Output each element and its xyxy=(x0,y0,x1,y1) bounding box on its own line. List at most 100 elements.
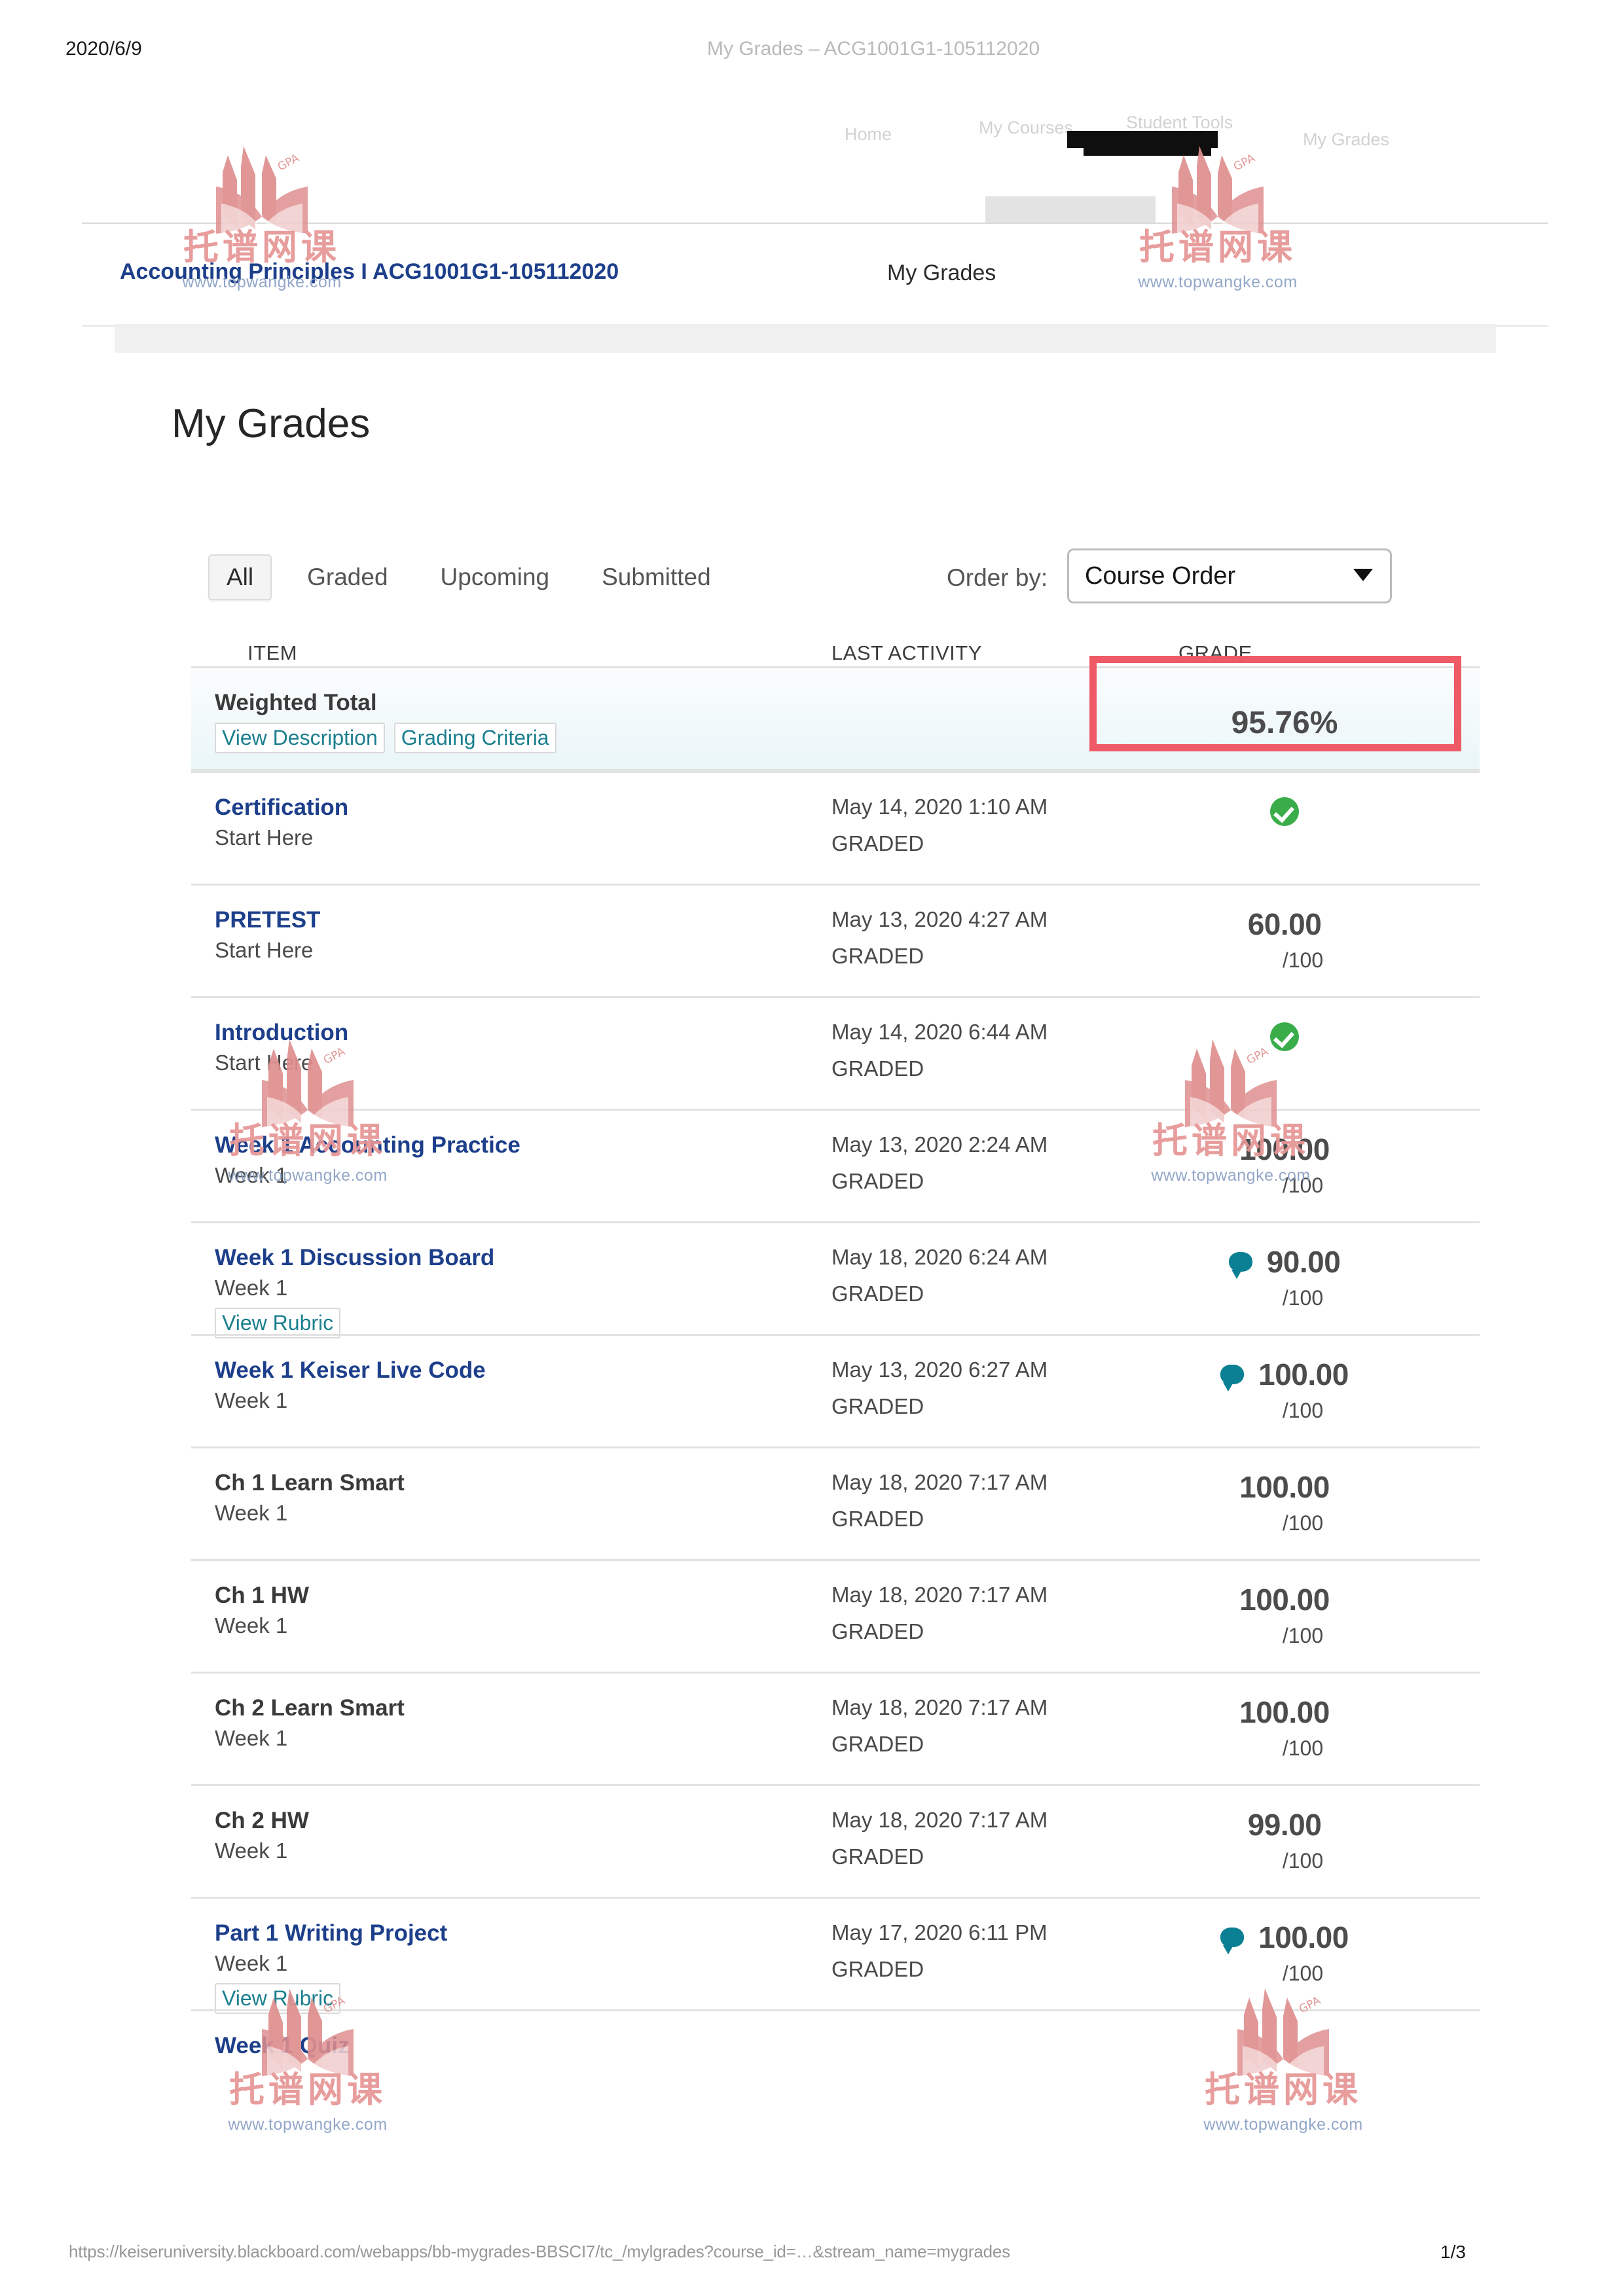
grades-table: Weighted Total View Description Grading Cr… xyxy=(191,666,1480,2122)
tab-submitted[interactable]: Submitted xyxy=(585,556,728,599)
grade-line: 100.00 xyxy=(1121,1917,1448,1958)
item-link[interactable]: Week 1 Accounting Practice xyxy=(215,1132,804,1160)
print-page-number: 1/3 xyxy=(1440,2242,1466,2262)
column-header-last-activity: LAST ACTIVITY xyxy=(831,641,982,664)
status-badge: GRADED xyxy=(831,831,924,856)
check-circle-icon xyxy=(1270,797,1299,826)
grade-denominator: /100 xyxy=(1282,1174,1324,1197)
print-footer-url: https://keiseruniversity.blackboard.com/… xyxy=(69,2242,1010,2261)
table-row: Certification Start Here May 14, 2020 1:10… xyxy=(191,771,1480,884)
chevron-down-icon xyxy=(1353,569,1373,581)
grade-line: 90.00 xyxy=(1121,1242,1448,1282)
grade-denominator: /100 xyxy=(1282,1399,1324,1422)
grade-score: 100.00 xyxy=(1239,1470,1330,1504)
grade-denominator: /100 xyxy=(1282,1962,1324,1985)
grade-denominator: /100 xyxy=(1282,948,1324,972)
breadcrumb-course-link[interactable]: Accounting Principles I ACG1001G1-105112… xyxy=(120,259,619,285)
order-by-selected-value: Course Order xyxy=(1085,562,1236,590)
item-link[interactable]: Week 1 Keiser Live Code xyxy=(215,1357,804,1385)
grade-score: 100.00 xyxy=(1258,1357,1349,1391)
cell-last-activity: May 17, 2020 6:11 PM GRADED xyxy=(831,1920,1106,1983)
grade-filter-tabs[interactable]: All Graded Upcoming Submitted xyxy=(208,552,746,603)
cell-last-activity: May 18, 2020 7:17 AM GRADED xyxy=(831,1582,1106,1645)
nav-item-home[interactable]: Home xyxy=(845,124,892,145)
table-row: Week 1 Keiser Live Code Week 1 May 13, 202… xyxy=(191,1334,1480,1446)
activity-timestamp: May 18, 2020 7:17 AM xyxy=(831,1470,1048,1494)
status-badge: GRADED xyxy=(831,1282,924,1306)
column-header-item: ITEM xyxy=(247,641,298,664)
cell-item: Ch 1 Learn Smart Week 1 xyxy=(215,1469,804,1528)
book-logo-icon: GPA xyxy=(216,146,308,239)
nav-item-my-courses[interactable]: My Courses xyxy=(979,118,1073,138)
item-label: Ch 2 HW xyxy=(215,1808,309,1833)
status-badge: GRADED xyxy=(831,1732,924,1757)
activity-timestamp: May 14, 2020 6:44 AM xyxy=(831,1020,1048,1044)
tab-upcoming[interactable]: Upcoming xyxy=(424,556,567,599)
item-link[interactable]: Certification xyxy=(215,794,804,822)
activity-timestamp: May 13, 2020 4:27 AM xyxy=(831,907,1048,931)
item-link[interactable]: Part 1 Writing Project xyxy=(215,1920,804,1948)
item-label: Ch 1 HW xyxy=(215,1583,309,1608)
item-link[interactable]: Week 1 Discussion Board xyxy=(215,1244,804,1272)
grade-line: 99.00 xyxy=(1121,1804,1448,1845)
cell-grade: 100.00/100 xyxy=(1121,1579,1448,1648)
item-category: Start Here xyxy=(215,1050,314,1075)
grade-line xyxy=(1121,791,1448,832)
watermark-band xyxy=(115,324,1496,353)
cell-grade: 99.00/100 xyxy=(1121,1804,1448,1873)
grade-line: 60.00 xyxy=(1121,904,1448,944)
cell-item: Week 1 Keiser Live Code Week 1 xyxy=(215,1357,804,1415)
grade-denominator: /100 xyxy=(1282,1286,1324,1310)
item-category: Week 1 xyxy=(215,1388,288,1412)
table-row: PRETEST Start Here May 13, 2020 4:27 AM GRA… xyxy=(191,884,1480,996)
activity-timestamp: May 18, 2020 7:17 AM xyxy=(831,1808,1048,1832)
view-description-link[interactable]: View Description xyxy=(215,722,385,753)
grade-line: 100.00 xyxy=(1121,1467,1448,1507)
status-badge: GRADED xyxy=(831,1507,924,1532)
grade-denominator: /100 xyxy=(1282,1511,1324,1535)
nav-artifact-bar-lower xyxy=(1084,145,1211,156)
tab-all[interactable]: All xyxy=(208,554,272,600)
grade-score: 100.00 xyxy=(1239,1583,1330,1617)
tab-graded[interactable]: Graded xyxy=(290,556,405,599)
grade-line: 100.00 xyxy=(1121,1354,1448,1395)
order-by-label: Order by: xyxy=(947,564,1048,591)
item-link[interactable]: Week 1 Quiz xyxy=(215,2032,804,2060)
watermark-text: 托谱网课 xyxy=(1139,226,1296,268)
order-by-select[interactable]: Course Order xyxy=(1067,548,1392,603)
table-row: Week 1 Quiz xyxy=(191,2009,1480,2122)
nav-artifact-chip xyxy=(985,196,1156,224)
activity-timestamp: May 14, 2020 1:10 AM xyxy=(831,795,1048,819)
status-badge: GRADED xyxy=(831,1957,924,1982)
status-badge: GRADED xyxy=(831,1619,924,1644)
table-row: Part 1 Writing Project Week 1 View Rubric M… xyxy=(191,1897,1480,2014)
cell-last-activity: May 18, 2020 6:24 AM GRADED xyxy=(831,1244,1106,1308)
grade-score: 60.00 xyxy=(1247,907,1322,941)
cell-last-activity: May 14, 2020 6:44 AM GRADED xyxy=(831,1019,1106,1083)
comment-bubble-icon xyxy=(1228,1252,1252,1279)
item-link[interactable]: PRETEST xyxy=(215,906,804,935)
nav-item-student-tools[interactable]: Student Tools xyxy=(1126,113,1233,133)
cell-grade: 95.76% xyxy=(1121,687,1448,741)
table-row: Ch 2 Learn Smart Week 1 May 18, 2020 7:17 … xyxy=(191,1672,1480,1784)
item-category: Week 1 xyxy=(215,1725,288,1750)
grade-score: 90.00 xyxy=(1266,1245,1341,1279)
cell-grade: 100.00/100 xyxy=(1121,1129,1448,1198)
grade-score: 100.00 xyxy=(1239,1695,1330,1729)
cell-item: Ch 1 HW Week 1 xyxy=(215,1582,804,1640)
activity-timestamp: May 18, 2020 7:17 AM xyxy=(831,1583,1048,1607)
item-category: Start Here xyxy=(215,937,314,962)
page-title: My Grades xyxy=(172,401,371,446)
cell-item: Ch 2 HW Week 1 xyxy=(215,1807,804,1865)
cell-grade: 100.00/100 xyxy=(1121,1917,1448,1986)
table-row: Ch 1 HW Week 1 May 18, 2020 7:17 AM GRADED 1… xyxy=(191,1559,1480,1672)
item-label: Ch 1 Learn Smart xyxy=(215,1470,405,1496)
cell-last-activity: May 13, 2020 6:27 AM GRADED xyxy=(831,1357,1106,1420)
nav-item-my-grades[interactable]: My Grades xyxy=(1303,130,1389,150)
table-row: Week 1 Accounting Practice Week 1 May 13, … xyxy=(191,1109,1480,1221)
item-link[interactable]: Introduction xyxy=(215,1019,804,1047)
status-badge: GRADED xyxy=(831,1169,924,1194)
grade-score: 100.00 xyxy=(1239,1132,1330,1166)
check-circle-icon xyxy=(1270,1022,1299,1051)
grading-criteria-link[interactable]: Grading Criteria xyxy=(393,722,556,753)
